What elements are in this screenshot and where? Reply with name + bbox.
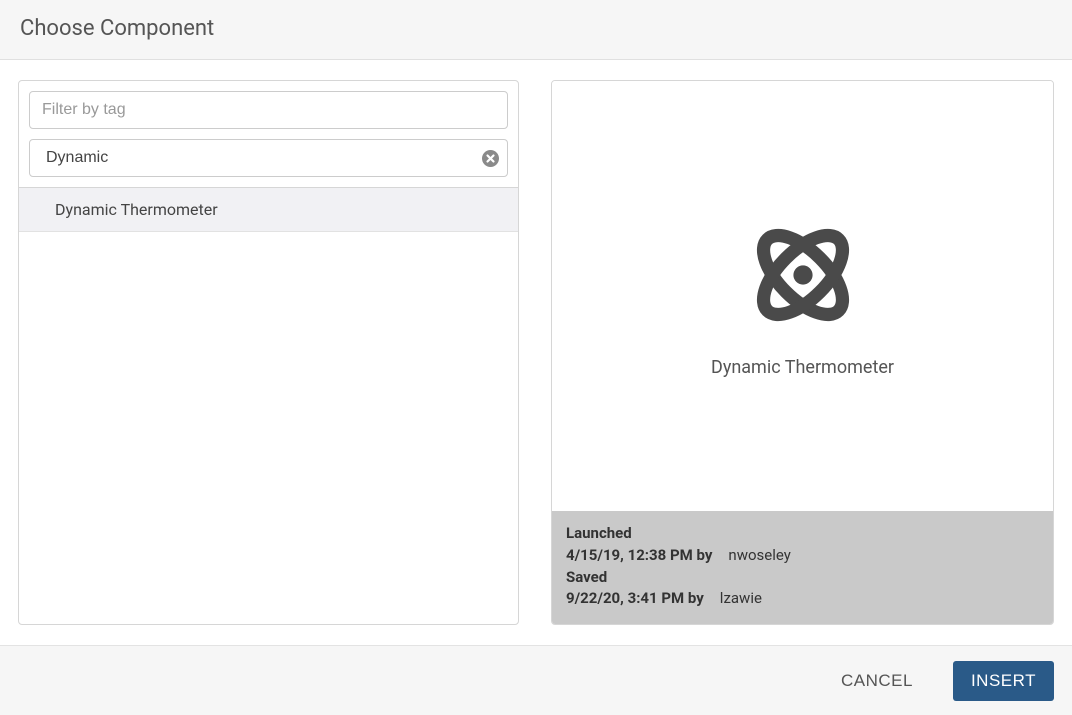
search-wrap — [29, 139, 508, 177]
list-item[interactable]: Dynamic Thermometer — [19, 188, 518, 232]
close-circle-icon — [482, 150, 499, 167]
dialog-header: Choose Component — [0, 0, 1072, 60]
preview-main: Dynamic Thermometer — [552, 81, 1053, 511]
insert-button[interactable]: INSERT — [953, 661, 1054, 701]
saved-user: lzawie — [720, 588, 762, 610]
dialog-body: Dynamic Thermometer Dynamic Thermometer … — [0, 60, 1072, 645]
preview-meta: Launched 4/15/19, 12:38 PM by nwoseley S… — [552, 511, 1053, 624]
dialog-footer: CANCEL INSERT — [0, 645, 1072, 715]
preview-title: Dynamic Thermometer — [711, 357, 894, 378]
launched-user: nwoseley — [728, 545, 790, 567]
atom-icon — [743, 215, 863, 339]
search-input[interactable] — [29, 139, 508, 177]
launched-line: 4/15/19, 12:38 PM by nwoseley — [566, 545, 1039, 567]
saved-line: 9/22/20, 3:41 PM by lzawie — [566, 588, 1039, 610]
filter-tag-input[interactable] — [29, 91, 508, 129]
dialog-title: Choose Component — [20, 16, 1052, 41]
results-list: Dynamic Thermometer — [19, 187, 518, 232]
saved-label: Saved — [566, 567, 1039, 589]
clear-search-button[interactable] — [480, 148, 500, 168]
launched-label: Launched — [566, 523, 1039, 545]
launched-date: 4/15/19, 12:38 PM by — [566, 545, 712, 567]
list-item-label: Dynamic Thermometer — [55, 200, 218, 219]
component-list-panel: Dynamic Thermometer — [18, 80, 519, 625]
cancel-button[interactable]: CANCEL — [823, 661, 931, 701]
saved-date: 9/22/20, 3:41 PM by — [566, 588, 704, 610]
filter-box — [19, 81, 518, 187]
preview-panel: Dynamic Thermometer Launched 4/15/19, 12… — [551, 80, 1054, 625]
